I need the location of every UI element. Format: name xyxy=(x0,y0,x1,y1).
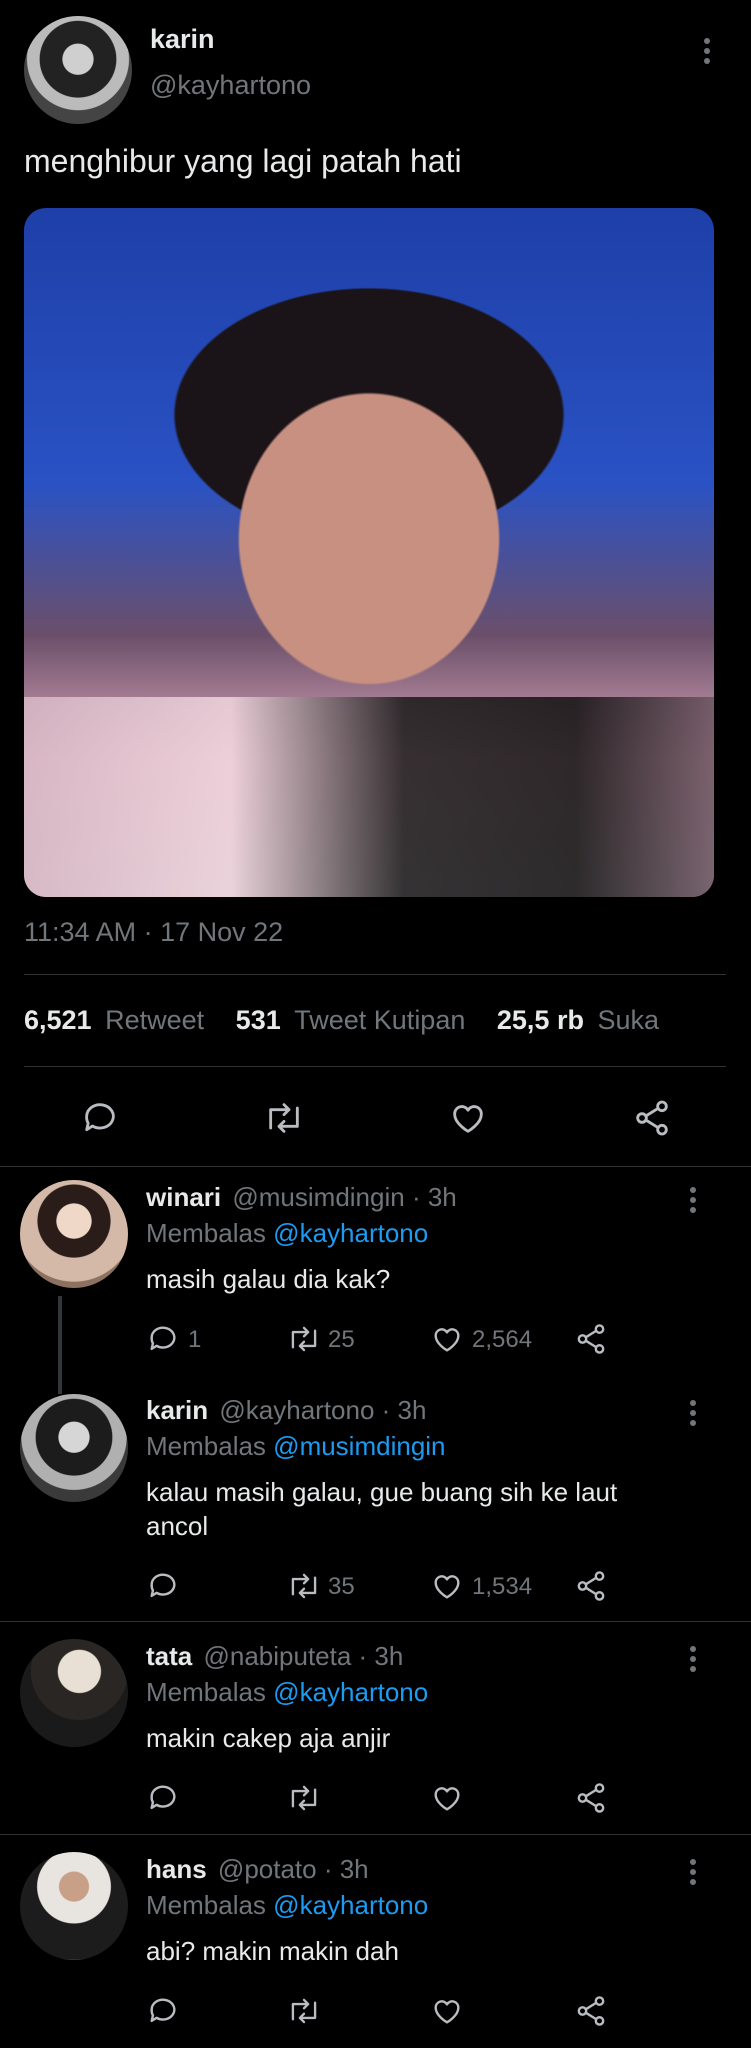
divider xyxy=(24,974,726,975)
tweet-photo[interactable] xyxy=(24,208,714,897)
share-icon[interactable] xyxy=(632,1098,672,1138)
more-icon[interactable] xyxy=(690,1400,696,1430)
more-icon[interactable] xyxy=(690,1646,696,1676)
replying-to: Membalas @kayhartono xyxy=(146,1890,428,1921)
divider xyxy=(0,1621,751,1622)
share-icon[interactable] xyxy=(574,1781,608,1815)
reply-text: makin cakep aja anjir xyxy=(146,1723,391,1753)
reply-icon[interactable] xyxy=(146,1994,180,2028)
retweet-icon[interactable] xyxy=(286,1994,322,2028)
replying-prefix: Membalas xyxy=(146,1431,266,1461)
like-icon[interactable] xyxy=(430,1781,464,1815)
reply-icon[interactable] xyxy=(146,1781,180,1815)
replying-to: Membalas @kayhartono xyxy=(146,1218,428,1249)
reply-header: karin @kayhartono · 3h xyxy=(146,1395,426,1426)
divider xyxy=(0,1166,751,1167)
tweet-stats: 6,521 Retweet 531 Tweet Kutipan 25,5 rb … xyxy=(24,1005,659,1036)
like-icon[interactable] xyxy=(448,1098,488,1138)
reply-header: winari @musimdingin · 3h xyxy=(146,1182,457,1213)
quote-count[interactable]: 531 xyxy=(236,1005,281,1035)
share-icon[interactable] xyxy=(574,1322,608,1356)
retweet-count: 35 xyxy=(328,1573,355,1600)
mention-link[interactable]: @kayhartono xyxy=(273,1218,428,1248)
like-icon[interactable] xyxy=(430,1994,464,2028)
like-label[interactable]: Suka xyxy=(597,1005,659,1035)
more-icon[interactable] xyxy=(704,38,710,68)
replying-to: Membalas @musimdingin xyxy=(146,1431,446,1462)
more-icon[interactable] xyxy=(690,1859,696,1889)
reply-name[interactable]: hans xyxy=(146,1854,207,1884)
reply-name[interactable]: tata xyxy=(146,1641,192,1671)
reply-header: tata @nabiputeta · 3h xyxy=(146,1641,403,1672)
mention-link[interactable]: @kayhartono xyxy=(273,1677,428,1707)
reply-text: masih galau dia kak? xyxy=(146,1264,391,1294)
author-name[interactable]: karin xyxy=(150,24,215,55)
author-avatar[interactable] xyxy=(24,16,132,124)
replying-prefix: Membalas xyxy=(146,1218,266,1248)
replying-to: Membalas @kayhartono xyxy=(146,1677,428,1708)
tweet-timestamp: 11:34 AM · 17 Nov 22 xyxy=(24,917,284,947)
thread-line xyxy=(58,1296,62,1394)
reply-handle-time[interactable]: @potato · 3h xyxy=(218,1854,369,1884)
retweet-count: 25 xyxy=(328,1326,355,1353)
like-count: 1,534 xyxy=(472,1573,533,1600)
reply-avatar[interactable] xyxy=(20,1639,128,1747)
reply-handle-time[interactable]: @musimdingin · 3h xyxy=(232,1182,456,1212)
reply-avatar[interactable] xyxy=(20,1394,128,1502)
retweet-icon[interactable] xyxy=(286,1322,322,1356)
retweet-count[interactable]: 6,521 xyxy=(24,1005,92,1035)
reply-handle-time[interactable]: @kayhartono · 3h xyxy=(219,1395,426,1425)
like-count[interactable]: 25,5 rb xyxy=(497,1005,584,1035)
reply-icon[interactable] xyxy=(146,1569,180,1603)
reply-text: abi? makin makin dah xyxy=(146,1936,399,1966)
mention-link[interactable]: @musimdingin xyxy=(273,1431,445,1461)
reply-name[interactable]: karin xyxy=(146,1395,208,1425)
replying-prefix: Membalas xyxy=(146,1890,266,1920)
reply-header: hans @potato · 3h xyxy=(146,1854,369,1885)
like-count: 2,564 xyxy=(472,1326,533,1353)
retweet-label[interactable]: Retweet xyxy=(105,1005,204,1035)
reply-avatar[interactable] xyxy=(20,1852,128,1960)
reply-text-line-1: kalau masih galau, gue buang sih ke laut xyxy=(146,1477,618,1507)
retweet-icon[interactable] xyxy=(262,1098,306,1138)
reply-text-line-2: ancol xyxy=(146,1511,209,1541)
mention-link[interactable]: @kayhartono xyxy=(273,1890,428,1920)
more-icon[interactable] xyxy=(690,1187,696,1217)
share-icon[interactable] xyxy=(574,1994,608,2028)
reply-avatar[interactable] xyxy=(20,1180,128,1288)
author-handle[interactable]: @kayhartono xyxy=(150,70,311,101)
reply-icon[interactable] xyxy=(80,1098,120,1138)
reply-icon[interactable] xyxy=(146,1322,180,1356)
reply-handle-time[interactable]: @nabiputeta · 3h xyxy=(203,1641,403,1671)
divider xyxy=(24,1066,726,1067)
like-icon[interactable] xyxy=(430,1322,464,1356)
quote-label[interactable]: Tweet Kutipan xyxy=(294,1005,465,1035)
retweet-icon[interactable] xyxy=(286,1569,322,1603)
retweet-icon[interactable] xyxy=(286,1781,322,1815)
share-icon[interactable] xyxy=(574,1569,608,1603)
reply-name[interactable]: winari xyxy=(146,1182,221,1212)
tweet-text: menghibur yang lagi patah hati xyxy=(24,143,462,179)
like-icon[interactable] xyxy=(430,1569,464,1603)
replying-prefix: Membalas xyxy=(146,1677,266,1707)
reply-count: 1 xyxy=(188,1326,202,1353)
divider xyxy=(0,1834,751,1835)
